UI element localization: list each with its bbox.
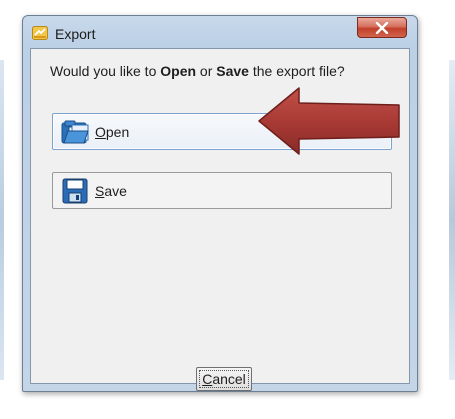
open-folder-icon bbox=[61, 118, 89, 146]
prompt-text: Would you like to Open or Save the expor… bbox=[50, 62, 345, 80]
save-accel-key: S bbox=[95, 182, 105, 199]
prompt-part: Would you like to bbox=[50, 63, 161, 79]
close-icon bbox=[375, 21, 389, 34]
prompt-part: the export file? bbox=[248, 63, 345, 79]
cancel-button[interactable]: Cancel bbox=[196, 367, 252, 391]
screenshot-canvas: Export Would you like to Open or Save th… bbox=[0, 0, 455, 419]
floppy-disk-icon bbox=[61, 177, 89, 205]
open-button-label: Open bbox=[95, 124, 129, 140]
annotation-arrow bbox=[258, 87, 400, 155]
prompt-part: or bbox=[196, 63, 217, 79]
app-icon bbox=[32, 26, 48, 40]
dialog-title: Export bbox=[55, 26, 96, 42]
open-label-rest: pen bbox=[105, 123, 130, 140]
save-label-rest: ave bbox=[104, 182, 127, 199]
background-window-edge-left bbox=[0, 60, 4, 380]
cancel-accel-key: C bbox=[202, 371, 213, 387]
dialog-titlebar[interactable]: Export bbox=[23, 16, 417, 48]
prompt-save-word: Save bbox=[216, 63, 249, 79]
export-dialog: Export Would you like to Open or Save th… bbox=[22, 15, 418, 392]
close-button[interactable] bbox=[357, 17, 407, 38]
background-window-edge-right bbox=[449, 60, 455, 380]
open-accel-key: O bbox=[95, 123, 106, 140]
save-button-label: Save bbox=[95, 183, 127, 199]
cancel-label-rest: ancel bbox=[212, 371, 246, 387]
save-button[interactable]: Save bbox=[52, 172, 392, 209]
prompt-open-word: Open bbox=[160, 63, 197, 79]
